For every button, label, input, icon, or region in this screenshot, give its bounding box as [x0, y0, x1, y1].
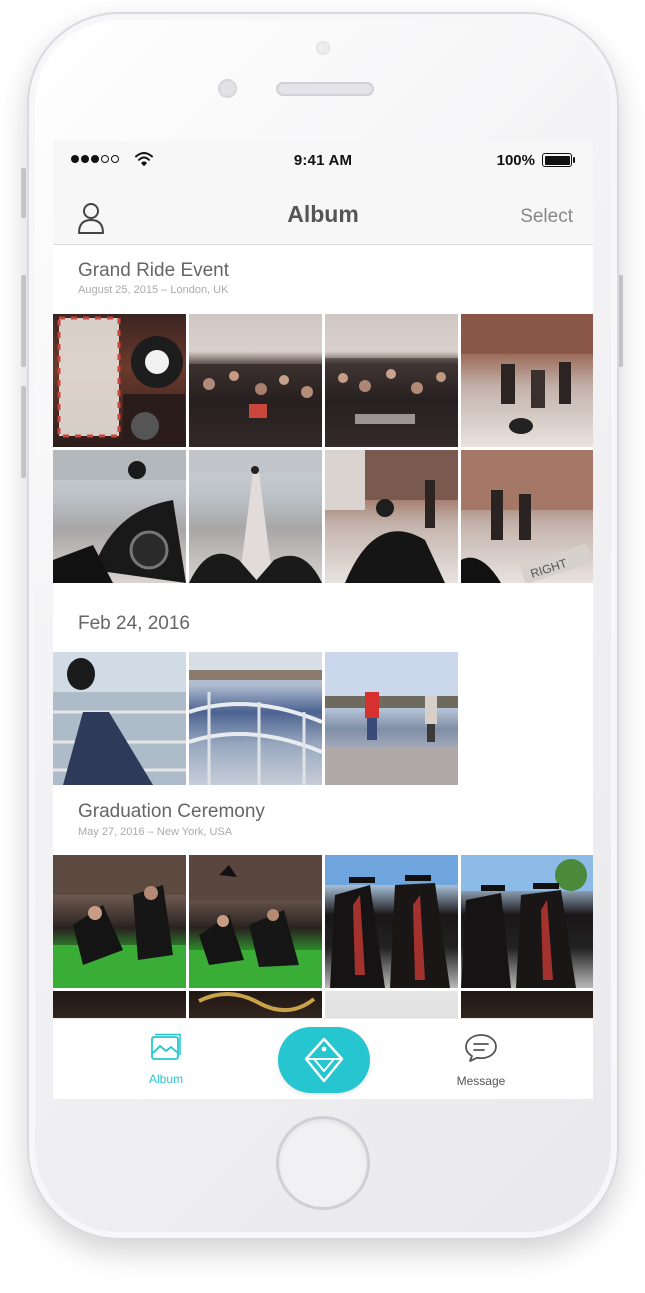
- center-action-button[interactable]: [278, 1027, 370, 1093]
- battery-icon: [542, 153, 575, 167]
- photo-thumbnail[interactable]: [325, 991, 458, 1018]
- album-title: Graduation Ceremony: [78, 801, 265, 822]
- photo-thumbnail[interactable]: [461, 314, 593, 447]
- select-button[interactable]: Select: [520, 206, 573, 228]
- album-title: Feb 24, 2016: [78, 613, 190, 634]
- earpiece-speaker: [276, 82, 374, 96]
- tab-message[interactable]: Message: [441, 1033, 521, 1088]
- status-bar: 9:41 AM 100%: [53, 141, 593, 181]
- mute-switch: [21, 168, 26, 218]
- photo-thumbnail[interactable]: [325, 450, 458, 583]
- diamond-logo-icon: [304, 1037, 344, 1083]
- photo-thumbnail[interactable]: [53, 652, 186, 785]
- photo-thumbnail[interactable]: [325, 855, 458, 988]
- photo-thumbnail[interactable]: [461, 855, 593, 988]
- album-subtitle: August 25, 2015 – London, UK: [78, 284, 229, 296]
- photo-thumbnail[interactable]: [189, 450, 322, 583]
- album-list[interactable]: Grand Ride Event August 25, 2015 – Londo…: [53, 246, 593, 1018]
- photo-icon: [151, 1033, 181, 1060]
- front-camera: [316, 41, 330, 55]
- volume-up-button: [21, 275, 26, 367]
- photo-thumbnail[interactable]: RIGHT: [461, 450, 593, 583]
- album-subtitle: May 27, 2016 – New York, USA: [78, 826, 233, 838]
- photo-thumbnail[interactable]: [53, 991, 186, 1018]
- photo-thumbnail[interactable]: [189, 652, 322, 785]
- photo-thumbnail[interactable]: [325, 652, 458, 785]
- photo-thumbnail[interactable]: [189, 314, 322, 447]
- volume-down-button: [21, 386, 26, 478]
- photo-thumbnail[interactable]: [325, 314, 458, 447]
- home-button[interactable]: [276, 1116, 370, 1210]
- tab-album[interactable]: Album: [126, 1033, 206, 1086]
- photo-thumbnail[interactable]: [53, 450, 186, 583]
- chat-bubble-icon: [465, 1034, 497, 1062]
- page-title: Album: [287, 201, 359, 227]
- photo-thumbnail[interactable]: [53, 855, 186, 988]
- battery-percent: 100%: [496, 152, 535, 169]
- photo-thumbnail[interactable]: [189, 855, 322, 988]
- tab-message-label: Message: [456, 1074, 506, 1088]
- tab-album-label: Album: [148, 1072, 183, 1086]
- photo-thumbnail[interactable]: [461, 991, 593, 1018]
- photo-thumbnail[interactable]: [53, 314, 186, 447]
- app-screen: 9:41 AM 100% Album Select Grand Ride Eve…: [53, 141, 593, 1099]
- photo-thumbnail[interactable]: [189, 991, 322, 1018]
- album-title: Grand Ride Event: [78, 260, 230, 281]
- nav-bar: Album Select: [53, 181, 593, 245]
- tab-bar: Album Message: [53, 1018, 593, 1099]
- proximity-sensor: [218, 79, 237, 98]
